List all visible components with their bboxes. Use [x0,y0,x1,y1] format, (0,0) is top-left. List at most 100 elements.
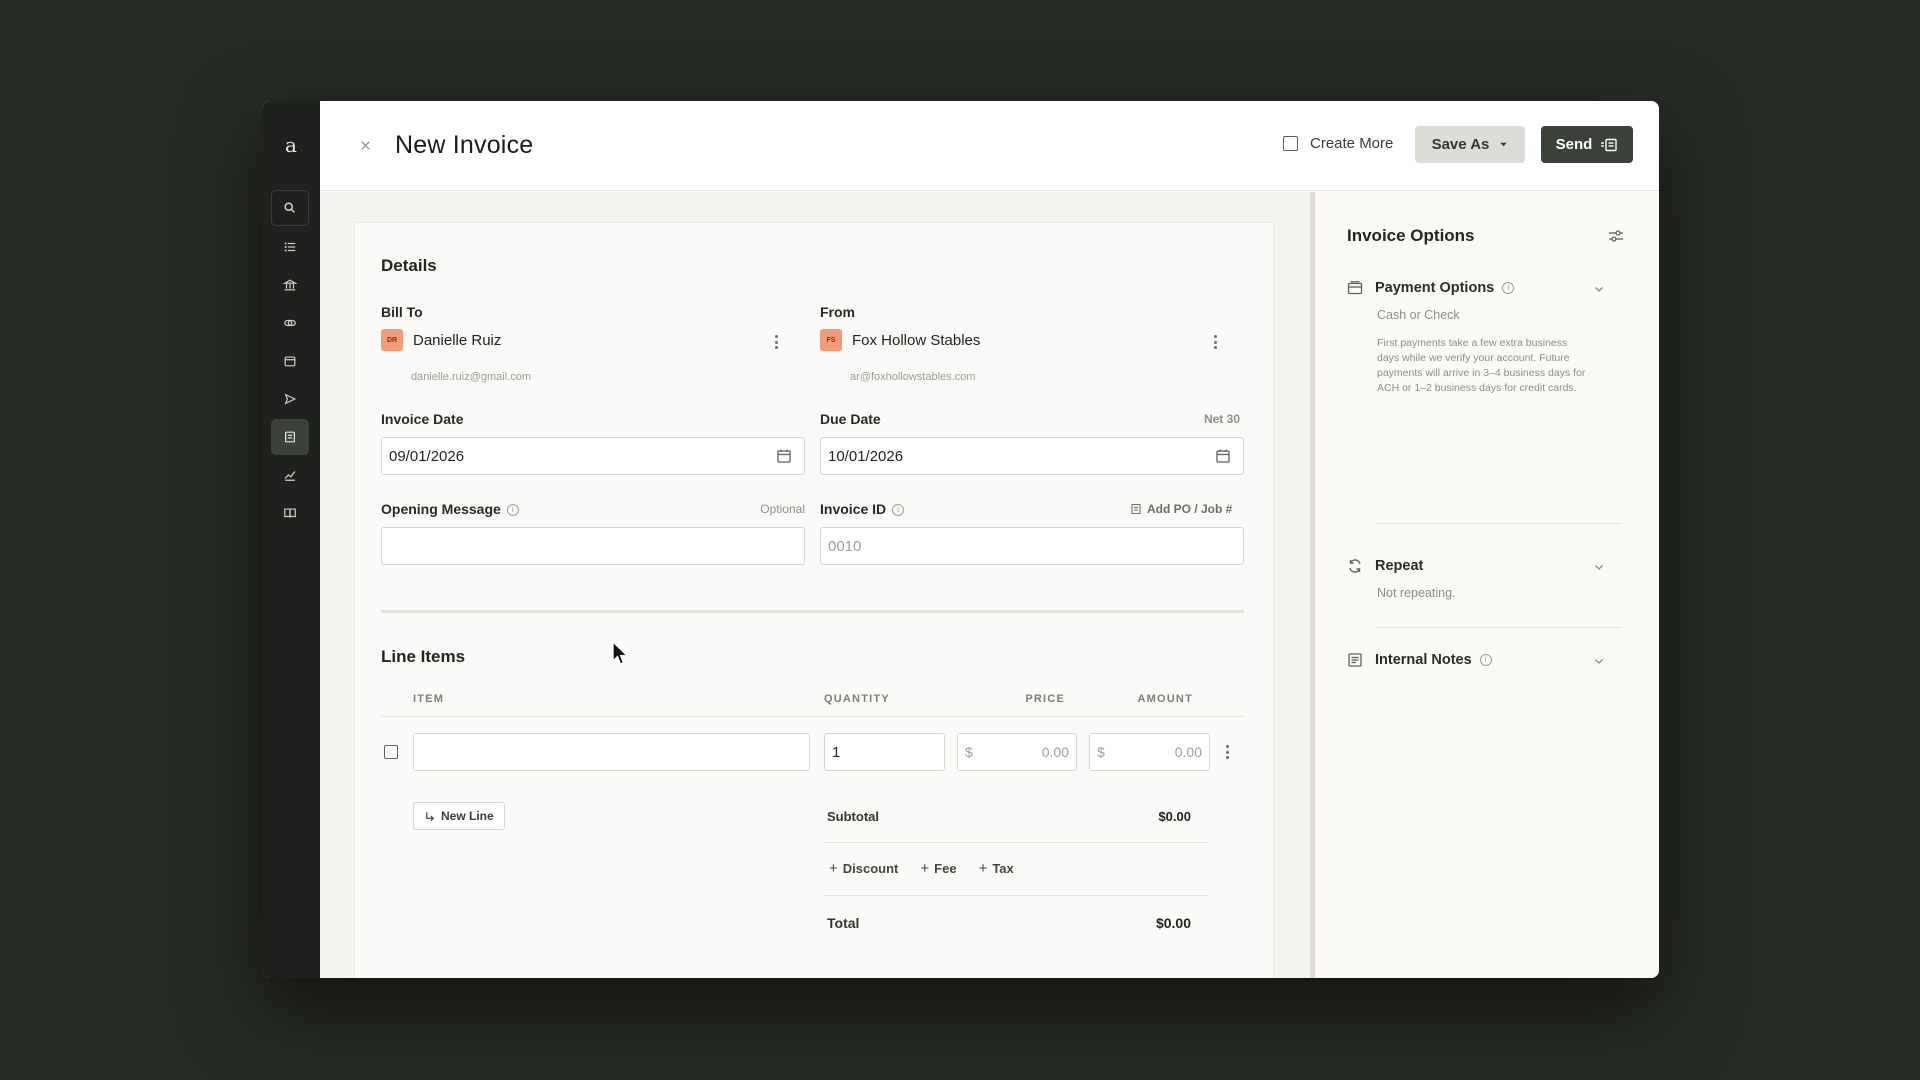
from-business[interactable]: FS Fox Hollow Stables [820,329,980,351]
from-email: ar@foxhollowstables.com [850,371,976,383]
payment-card-icon [1347,281,1363,295]
price-currency: $ [965,744,973,760]
add-po-link[interactable]: Add PO / Job # [1130,502,1232,516]
add-fee-button[interactable]: + Fee [920,860,956,877]
table-header-divider [381,716,1244,717]
chart-icon[interactable] [271,457,309,493]
discount-label: Discount [842,861,899,876]
payment-options-value: Cash or Check [1377,308,1460,322]
column-header-price: PRICE [1025,693,1065,705]
amount-input[interactable]: $ 0.00 [1089,733,1210,771]
repeat-value: Not repeating. [1377,586,1456,600]
info-icon[interactable]: i [1479,654,1492,666]
tax-label: Tax [992,861,1014,876]
payment-terms: Net 30 [1203,412,1240,426]
invoice-id-label: Invoice ID i [820,501,905,517]
chevron-down-icon[interactable] [1593,561,1605,573]
price-input[interactable]: $ 0.00 [957,733,1077,771]
book-icon[interactable] [271,495,309,531]
amount-value: 0.00 [1174,744,1202,760]
avatar: FS [820,329,842,351]
bill-to-label: Bill To [381,304,423,320]
invoice-date-input[interactable]: 09/01/2026 [381,437,805,475]
send-label: Send [1555,136,1593,153]
send-invoice-icon [1601,138,1618,151]
quantity-value: 1 [832,743,841,761]
save-as-button[interactable]: Save As [1415,126,1525,163]
add-discount-button[interactable]: + Discount [829,860,898,877]
send-button[interactable]: Send [1541,126,1633,163]
bank-icon[interactable] [271,267,309,303]
calendar-icon[interactable] [776,448,792,464]
document-icon [1131,503,1141,515]
return-arrow-icon [426,811,435,821]
total-label: Total [827,915,860,931]
list-icon[interactable] [271,229,309,265]
create-more-toggle[interactable]: Create More [1283,135,1393,152]
new-line-button[interactable]: New Line [413,802,505,830]
fee-label: Fee [934,861,957,876]
column-header-quantity: QUANTITY [824,693,890,705]
header-bar: New Invoice Create More Save As Send [320,101,1659,191]
invoice-id-input[interactable]: 0010 [820,527,1244,565]
bill-to-customer[interactable]: DR Danielle Ruiz [381,329,501,351]
internal-notes-section[interactable]: Internal Notes i [1347,652,1617,668]
bill-to-email: danielle.ruiz@gmail.com [411,371,531,383]
opening-message-label-text: Opening Message [381,501,501,517]
send-icon[interactable] [271,381,309,417]
repeat-label: Repeat [1375,558,1424,574]
opening-message-input[interactable] [381,527,805,565]
chevron-down-icon[interactable] [1593,655,1605,667]
add-tax-button[interactable]: + Tax [979,860,1014,877]
create-more-checkbox[interactable] [1283,136,1298,151]
calendar-icon[interactable] [1215,448,1231,464]
row-more-icon[interactable] [1222,743,1232,761]
link-icon[interactable] [271,305,309,341]
search-icon[interactable] [271,190,309,226]
settings-sliders-icon[interactable] [1607,227,1625,245]
bill-to-more-icon[interactable] [771,333,781,351]
info-icon[interactable]: i [1502,282,1515,294]
add-po-label: Add PO / Job # [1147,502,1233,516]
nav-rail: a [262,101,320,978]
from-name: Fox Hollow Stables [852,331,981,349]
invoice-id-label-text: Invoice ID [820,501,887,517]
quantity-input[interactable]: 1 [824,733,945,771]
from-more-icon[interactable] [1210,333,1220,351]
section-divider [381,610,1244,613]
close-icon[interactable] [356,136,374,154]
invoice-id-placeholder: 0010 [828,537,862,555]
invoice-form-area: Details Bill To DR Danielle Ruiz daniell… [320,192,1310,978]
repeat-section[interactable]: Repeat Not repeating. [1347,558,1617,600]
info-icon[interactable]: i [506,504,519,517]
column-header-amount: AMOUNT [1137,693,1193,705]
adjustments-divider [824,895,1209,896]
wallet-icon[interactable] [271,343,309,379]
invoice-options-panel: Invoice Options Payment Options i Cash or… [1315,192,1659,978]
price-value: 0.00 [1041,744,1069,760]
app-logo[interactable]: a [262,133,320,157]
subtotal-divider [824,842,1209,843]
subtotal-label: Subtotal [827,809,879,824]
info-icon[interactable]: i [892,504,905,517]
invoice-date-value: 09/01/2026 [389,447,465,465]
item-input[interactable] [413,733,810,771]
repeat-icon [1349,559,1361,573]
internal-notes-label: Internal Notes [1375,652,1472,668]
subtotal-value: $0.00 [1158,809,1191,824]
invoice-card: Details Bill To DR Danielle Ruiz daniell… [354,222,1274,978]
chevron-down-icon[interactable] [1593,283,1605,295]
invoice-icon[interactable] [271,419,309,455]
avatar: DR [381,329,403,351]
optional-hint: Optional [760,502,805,516]
total-value: $0.00 [1155,915,1191,931]
save-as-label: Save As [1431,136,1490,153]
main-panel: New Invoice Create More Save As Send Det… [320,101,1659,978]
payment-options-section[interactable]: Payment Options i Cash or Check First pay… [1347,280,1617,396]
due-date-value: 10/01/2026 [828,447,904,465]
due-date-input[interactable]: 10/01/2026 [820,437,1244,475]
payment-options-label: Payment Options [1375,280,1495,296]
row-select-checkbox[interactable] [384,745,398,759]
create-more-label: Create More [1310,135,1394,152]
opening-message-label: Opening Message i [381,501,519,517]
